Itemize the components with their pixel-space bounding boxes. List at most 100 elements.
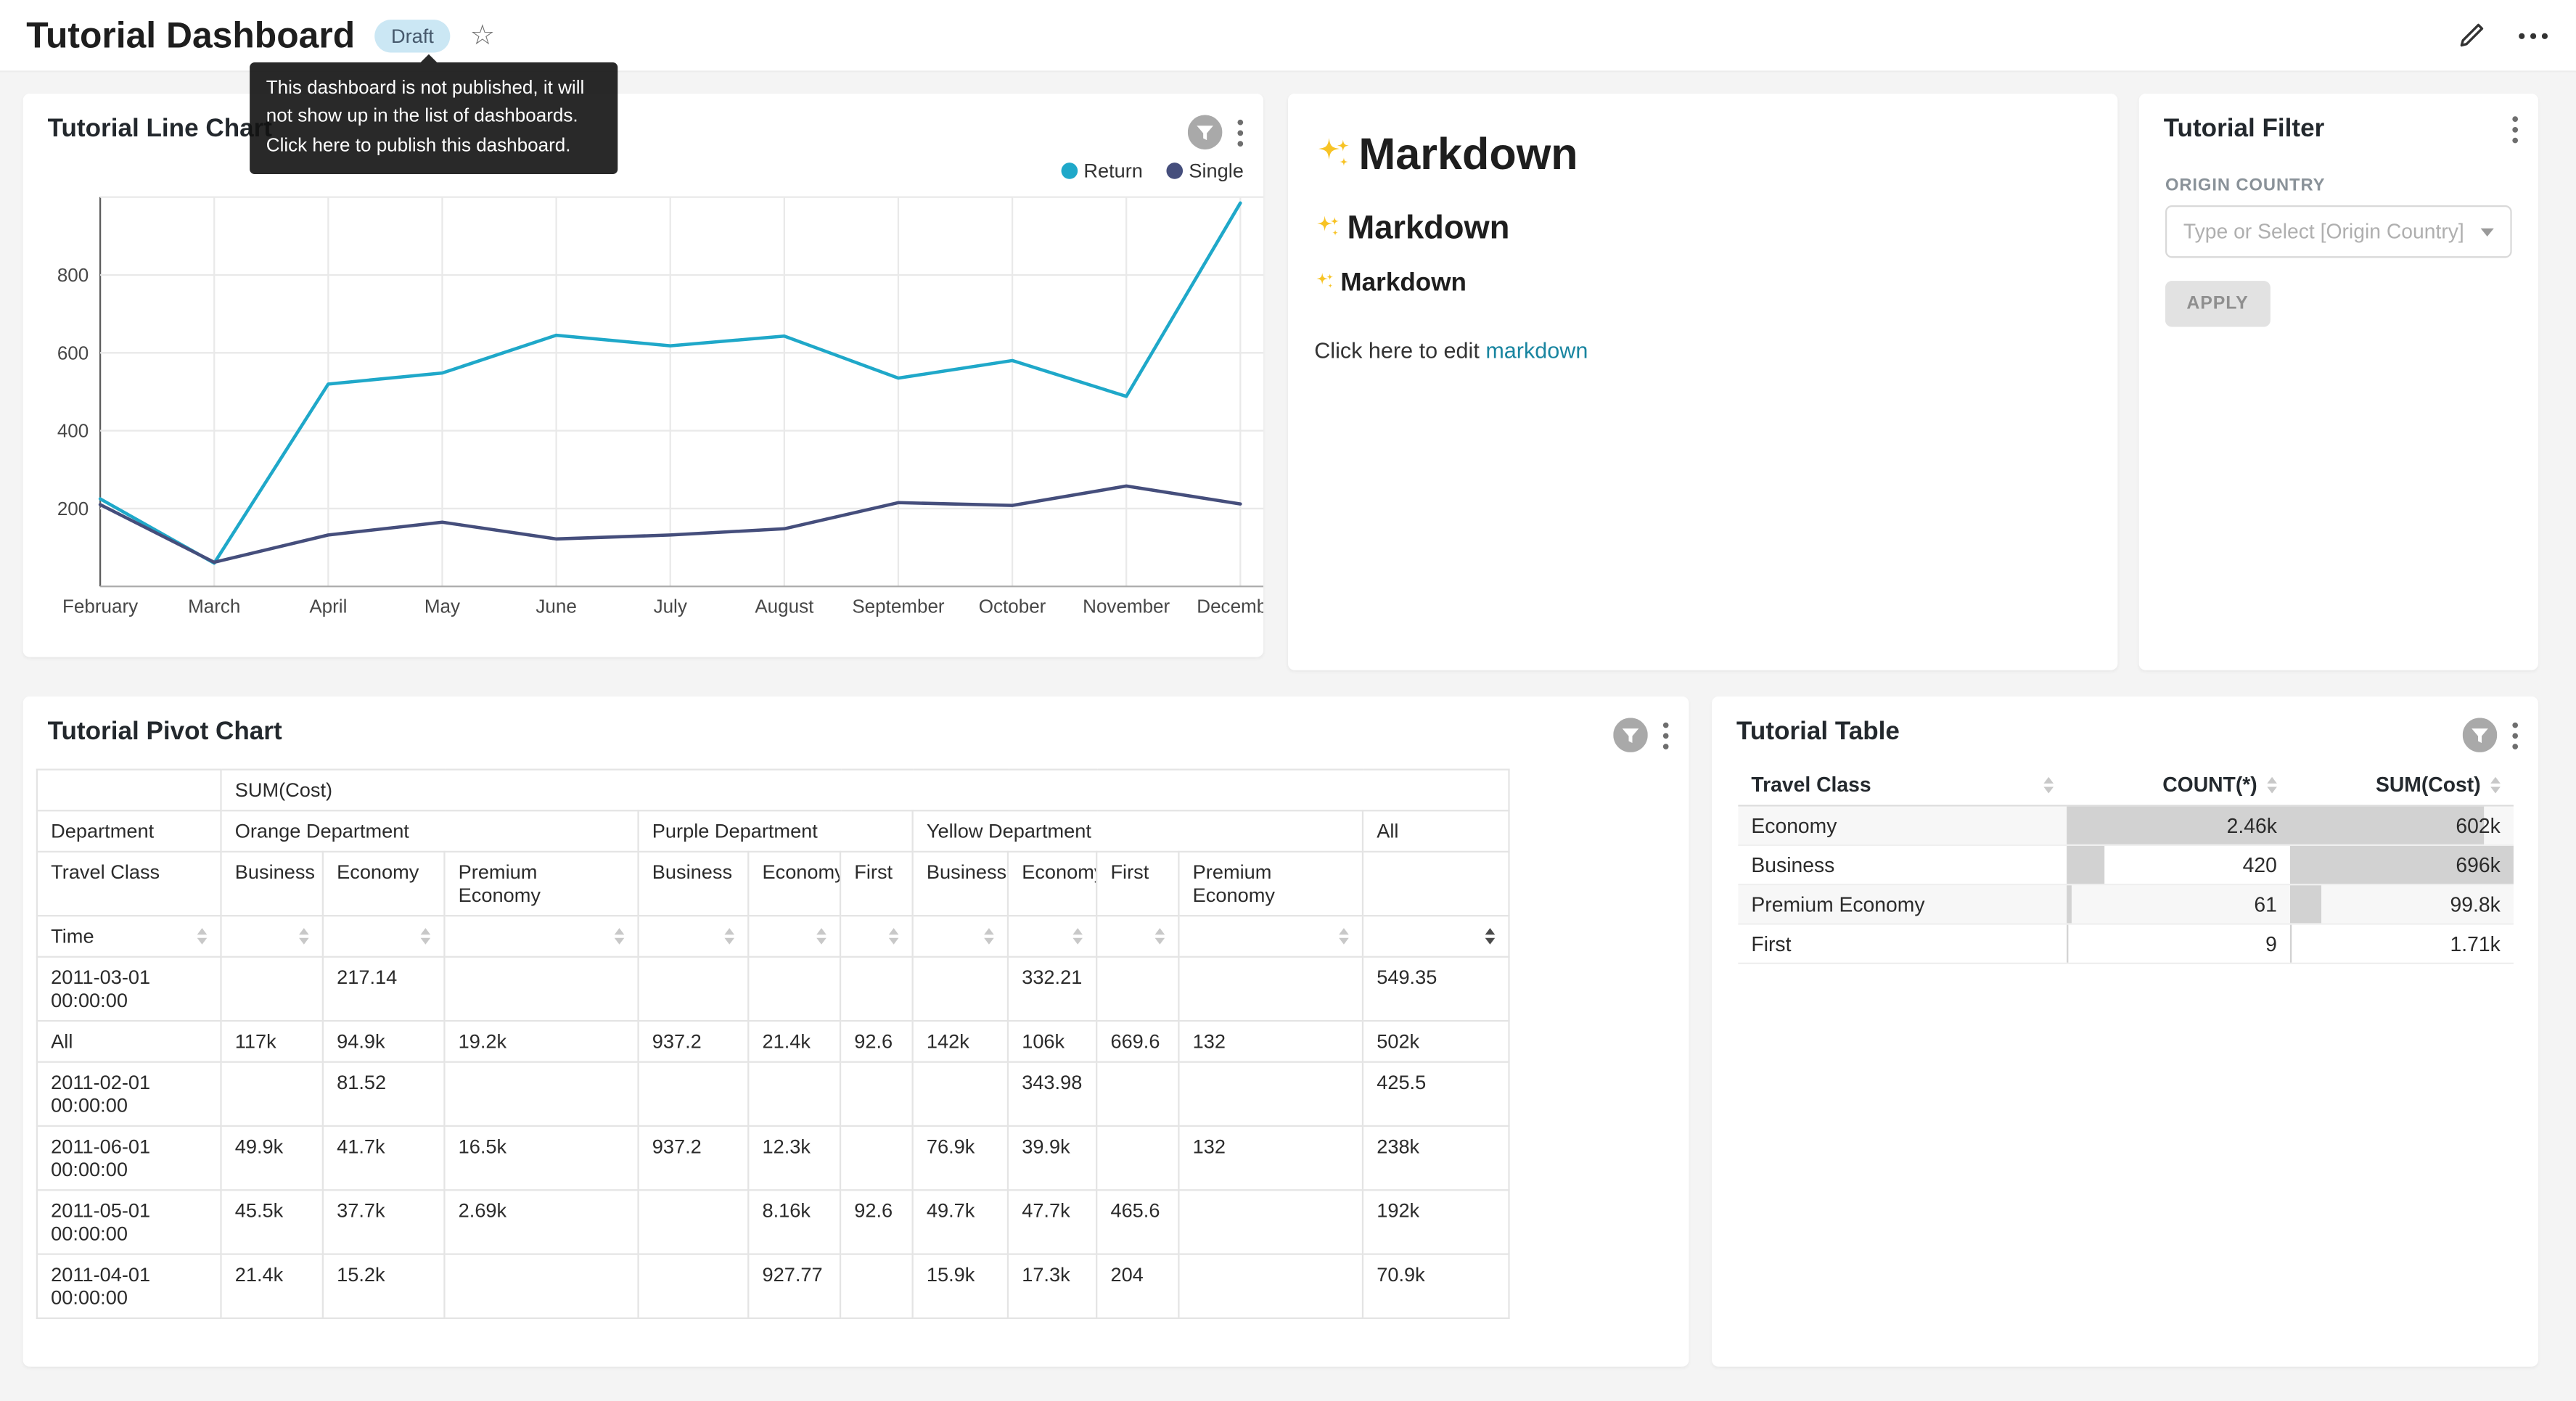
sort-icon[interactable] (2490, 777, 2501, 794)
markdown-h1: Markdown (1314, 130, 2091, 181)
card-title-pivot: Tutorial Pivot Chart (48, 718, 282, 747)
pivot-cell (840, 957, 913, 1021)
pivot-cell: 192k (1363, 1190, 1509, 1254)
sort-icon[interactable] (299, 928, 309, 945)
col-header-travel-class[interactable]: Travel Class (1738, 765, 2067, 805)
pivot-cell: 465.6 (1096, 1190, 1178, 1254)
chart-legend: Return Single (1061, 160, 1244, 183)
pivot-cell (639, 1190, 749, 1254)
chevron-down-icon (2481, 228, 2494, 236)
pivot-cell: 238k (1363, 1126, 1509, 1190)
sort-icon[interactable] (1485, 928, 1496, 945)
pivot-class-header: Travel Class (37, 852, 221, 916)
sort-icon[interactable] (724, 928, 734, 945)
pivot-time-header: Time (37, 916, 221, 957)
pivot-cell: 92.6 (840, 1021, 913, 1062)
pivot-cell: 937.2 (639, 1126, 749, 1190)
pivot-row-label: 2011-04-01 00:00:00 (37, 1254, 221, 1318)
sort-icon[interactable] (816, 928, 826, 945)
pivot-cell (1096, 957, 1178, 1021)
pivot-dept-row: DepartmentOrange DepartmentPurple Depart… (37, 810, 1509, 852)
pivot-class: Economy (323, 852, 445, 916)
pivot-class: Business (913, 852, 1008, 916)
pivot-measure-row: SUM(Cost) (37, 770, 1509, 811)
pivot-cell (221, 1062, 323, 1126)
pivot-cell (840, 1126, 913, 1190)
pivot-cell: 142k (913, 1021, 1008, 1062)
more-menu-icon[interactable] (2516, 30, 2549, 41)
publish-tooltip[interactable]: This dashboard is not published, it will… (250, 62, 618, 173)
filter-indicator-icon[interactable] (1188, 115, 1223, 149)
legend-item-return[interactable]: Return (1061, 160, 1143, 183)
edit-pencil-icon[interactable] (2456, 20, 2487, 51)
sort-icon[interactable] (421, 928, 431, 945)
svg-text:June: June (536, 595, 576, 617)
kebab-menu-icon[interactable] (1662, 720, 1669, 750)
origin-country-select[interactable]: Type or Select [Origin Country] (2165, 205, 2512, 258)
apply-button[interactable]: APPLY (2165, 281, 2270, 326)
pivot-cell: 937.2 (639, 1021, 749, 1062)
markdown-card: Markdown Markdown Markdown Click here to… (1288, 94, 2117, 670)
pivot-cell: 92.6 (840, 1190, 913, 1254)
sort-icon[interactable] (2267, 777, 2277, 794)
favorite-star-icon[interactable]: ☆ (470, 19, 496, 52)
pivot-cell: 8.16k (748, 1190, 840, 1254)
pivot-cell (748, 957, 840, 1021)
pivot-cell (639, 1254, 749, 1318)
filter-card: Tutorial Filter ORIGIN COUNTRY Type or S… (2139, 94, 2538, 670)
sort-icon[interactable] (197, 928, 208, 945)
pivot-cell: 19.2k (444, 1021, 638, 1062)
pivot-cell: 16.5k (444, 1126, 638, 1190)
pivot-cell: 669.6 (1096, 1021, 1178, 1062)
pivot-cell: 17.3k (1008, 1254, 1096, 1318)
pivot-dept-group: All (1363, 810, 1509, 852)
cell-travel-class: Premium Economy (1738, 884, 2067, 924)
col-header-count[interactable]: COUNT(*) (2067, 765, 2290, 805)
pivot-cell (639, 1062, 749, 1126)
pivot-cell (1178, 1190, 1363, 1254)
draft-badge[interactable]: Draft (374, 19, 450, 52)
table-row: First91.71k (1738, 924, 2514, 964)
pivot-cell: 45.5k (221, 1190, 323, 1254)
sort-icon[interactable] (1155, 928, 1165, 945)
markdown-edit-link[interactable]: markdown (1485, 338, 1588, 363)
pivot-cell: 15.9k (913, 1254, 1008, 1318)
cell-count: 2.46k (2067, 805, 2290, 845)
sort-icon[interactable] (984, 928, 994, 945)
dashboard-title: Tutorial Dashboard (26, 14, 355, 57)
pivot-cell: 204 (1096, 1254, 1178, 1318)
sort-icon[interactable] (2043, 777, 2054, 794)
pivot-cell: 117k (221, 1021, 323, 1062)
pivot-dept-header: Department (37, 810, 221, 852)
data-table: Travel Class COUNT(*) SUM(Cost) Economy2… (1738, 765, 2514, 964)
pivot-cell: 21.4k (748, 1021, 840, 1062)
pivot-cell: 549.35 (1363, 957, 1509, 1021)
sort-icon[interactable] (615, 928, 625, 945)
pivot-class: First (1096, 852, 1178, 916)
dashboard-header: Tutorial Dashboard Draft ☆ (0, 0, 2576, 73)
pivot-cell (840, 1254, 913, 1318)
sort-icon[interactable] (1072, 928, 1083, 945)
sort-icon[interactable] (1339, 928, 1349, 945)
pivot-cell (748, 1062, 840, 1126)
legend-item-single[interactable]: Single (1166, 160, 1244, 183)
card-title-filter: Tutorial Filter (2164, 115, 2325, 144)
pivot-class-row: Travel ClassBusinessEconomyPremium Econo… (37, 852, 1509, 916)
origin-country-label: ORIGIN COUNTRY (2165, 176, 2512, 195)
pivot-time-row: Time (37, 916, 1509, 957)
kebab-menu-icon[interactable] (2512, 115, 2519, 144)
sort-icon[interactable] (889, 928, 899, 945)
filter-indicator-icon[interactable] (1613, 718, 1648, 752)
kebab-menu-icon[interactable] (1237, 118, 1244, 147)
markdown-paragraph: Click here to edit markdown (1314, 338, 2091, 363)
pivot-cell (1178, 1254, 1363, 1318)
select-placeholder: Type or Select [Origin Country] (2183, 220, 2464, 243)
svg-text:February: February (62, 595, 138, 617)
filter-indicator-icon[interactable] (2463, 718, 2498, 752)
pivot-cell: 76.9k (913, 1126, 1008, 1190)
kebab-menu-icon[interactable] (2512, 720, 2519, 750)
pivot-cell (1178, 1062, 1363, 1126)
pivot-chart-card: Tutorial Pivot Chart SUM(Cost)Department… (23, 697, 1689, 1367)
pivot-row-label: 2011-02-01 00:00:00 (37, 1062, 221, 1126)
col-header-sum[interactable]: SUM(Cost) (2290, 765, 2514, 805)
